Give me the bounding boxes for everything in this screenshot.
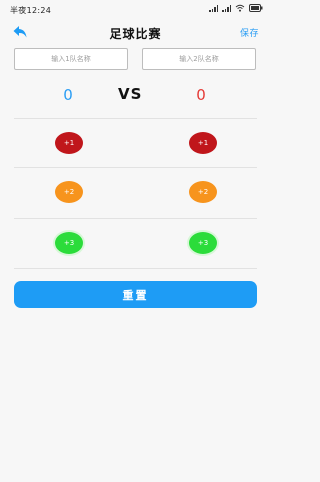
signal-icon-secondary	[222, 4, 231, 12]
divider	[14, 268, 257, 269]
team2-name-input[interactable]	[142, 48, 256, 70]
team2-plus2-button[interactable]: +2	[189, 181, 217, 203]
status-time: 半夜12:24	[10, 6, 52, 15]
team1-plus2-button[interactable]: +2	[55, 181, 83, 203]
team1-name-input[interactable]	[14, 48, 128, 70]
battery-icon	[249, 4, 263, 12]
page-title: 足球比赛	[109, 27, 162, 41]
wifi-icon	[235, 4, 245, 12]
status-icons	[209, 4, 263, 12]
team1-plus1-button[interactable]: +1	[55, 132, 83, 154]
save-button[interactable]: 保存	[240, 26, 259, 39]
team2-score: 0	[196, 86, 206, 104]
divider	[14, 167, 257, 168]
divider	[14, 218, 257, 219]
team2-plus1-button[interactable]: +1	[189, 132, 217, 154]
team2-plus3-button[interactable]: +3	[189, 232, 217, 254]
scoreboard: 0 VS 0	[0, 84, 271, 108]
signal-icon	[209, 4, 218, 12]
team1-score: 0	[63, 86, 73, 104]
divider	[14, 118, 257, 119]
nav-bar: 足球比赛 保存	[0, 20, 271, 46]
status-bar: 半夜12:24	[0, 0, 271, 20]
reset-button[interactable]: 重置	[14, 281, 257, 308]
vs-label: VS	[118, 85, 143, 103]
team1-plus3-button[interactable]: +3	[55, 232, 83, 254]
